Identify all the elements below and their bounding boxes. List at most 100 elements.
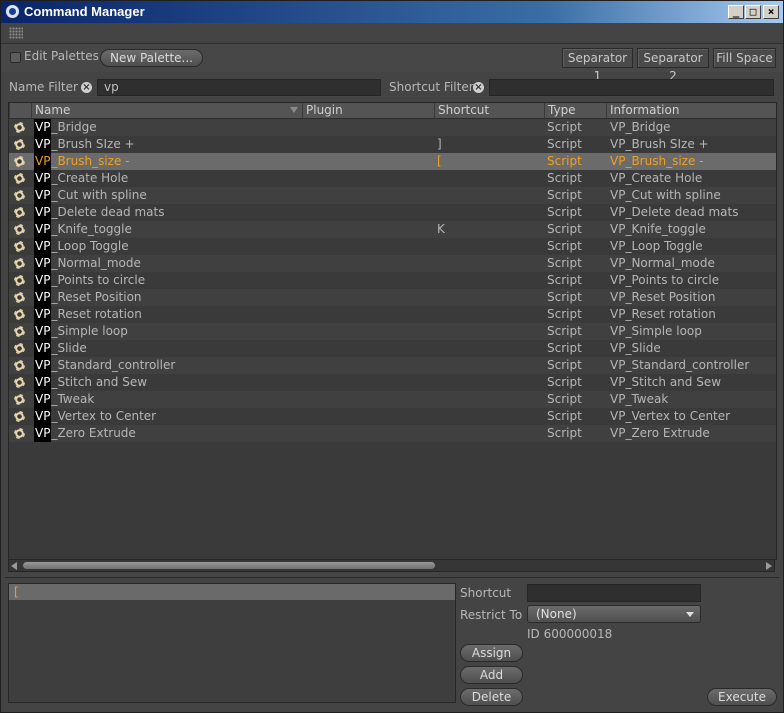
table-row[interactable]: VP_Points to circle Script VP_Points to ci… [9,272,776,289]
row-name-prefix: VP [34,306,52,323]
assign-button[interactable]: Assign [460,644,523,662]
delete-button[interactable]: Delete [460,688,523,706]
new-palette-button[interactable]: New Palette... [100,49,203,67]
row-information: VP_Vertex to Center [610,409,731,423]
row-type: Script [547,426,582,440]
add-button[interactable]: Add [460,666,523,684]
edit-palettes-checkbox[interactable] [10,52,21,63]
title-bar[interactable]: Command Manager _ □ × [1,1,783,23]
table-row[interactable]: VP_Brush_size - [Script VP_Brush_size - [9,153,776,170]
separator-2-button[interactable]: Separator 2 [637,48,709,83]
row-type: Script [547,171,582,185]
clear-shortcut-filter-icon[interactable]: × [473,82,484,93]
restrict-to-select[interactable]: (None) [527,605,701,623]
table-row[interactable]: VP_Tweak Script VP_Tweak [9,391,776,408]
table-row[interactable]: VP_Create Hole Script VP_Create Hole [9,170,776,187]
row-name-prefix: VP [34,391,52,408]
table-row[interactable]: VP_Brush SIze +] Script VP_Brush SIze + [9,136,776,153]
row-name-text: _Create Hole [51,171,129,185]
header-name[interactable]: Name [31,103,302,118]
sort-arrow-icon [290,107,298,113]
row-name-text: _Delete dead mats [51,205,165,219]
scrollbar-thumb[interactable] [23,562,435,569]
script-gear-icon [14,411,25,422]
row-name: VP_Brush_size - [34,153,130,170]
table-row[interactable]: VP_Vertex to Center Script VP_Vertex to Ce… [9,408,776,425]
table-row[interactable]: VP_Simple loop Script VP_Simple loop [9,323,776,340]
row-information: VP_Reset rotation [610,307,716,321]
table-row[interactable]: VP_Knife_toggle K Script VP_Knife_toggle [9,221,776,238]
row-name-prefix: VP [34,425,52,442]
header-information[interactable]: Information [606,103,776,118]
table-row[interactable]: VP_Stitch and Sew Script VP_Stitch and Sew [9,374,776,391]
shortcut-label: Shortcut [460,586,512,600]
assigned-shortcut-item[interactable]: [ [9,584,455,600]
row-name-prefix: VP [34,408,52,425]
name-filter-input[interactable]: vp [97,79,381,96]
row-information: VP_Bridge [610,120,671,134]
horizontal-scrollbar[interactable] [8,559,775,572]
row-type: Script [547,358,582,372]
scroll-left-icon[interactable] [11,562,17,570]
row-name-text: _Reset Position [51,290,142,304]
separator-1-button[interactable]: Separator 1 [562,48,633,83]
table-row[interactable]: VP_Bridge Script VP_Bridge [9,119,776,136]
table-row[interactable]: VP_Standard_controller Script VP_Standard_… [9,357,776,374]
row-type: Script [547,341,582,355]
header-shortcut[interactable]: Shortcut [434,103,544,118]
minimize-button[interactable]: _ [728,5,744,19]
row-name-prefix: VP [34,255,52,272]
row-name-text: _Brush_size - [51,154,130,168]
row-name: VP_Reset rotation [34,306,142,323]
maximize-button[interactable]: □ [745,5,761,19]
shortcut-input[interactable] [527,584,701,602]
row-name: VP_Stitch and Sew [34,374,147,391]
header-icon-column [9,103,31,118]
row-shortcut: K [437,222,445,236]
row-name: VP_Delete dead mats [34,204,164,221]
scroll-right-icon[interactable] [766,562,772,570]
panel-divider[interactable] [5,577,779,578]
row-type: Script [547,375,582,389]
script-gear-icon [14,224,25,235]
table-row[interactable]: VP_Reset rotation Script VP_Reset rotation [9,306,776,323]
table-row[interactable]: VP_Slide Script VP_Slide [9,340,776,357]
row-name-text: _Tweak [51,392,95,406]
row-name-text: _Vertex to Center [51,409,157,423]
header-plugin[interactable]: Plugin [302,103,434,118]
script-gear-icon [14,122,25,133]
script-gear-icon [14,139,25,150]
row-type: Script [547,188,582,202]
script-gear-icon [14,241,25,252]
fill-space-button[interactable]: Fill Space [713,48,776,68]
drag-grip-icon[interactable] [9,27,23,39]
row-name-text: _Stitch and Sew [51,375,148,389]
row-information: VP_Normal_mode [610,256,715,270]
row-type: Script [547,307,582,321]
row-type: Script [547,205,582,219]
script-gear-icon [14,275,25,286]
script-gear-icon [14,173,25,184]
script-gear-icon [14,258,25,269]
row-information: VP_Brush SIze + [610,137,709,151]
shortcut-filter-input[interactable] [489,79,774,96]
table-row[interactable]: VP_Loop Toggle Script VP_Loop Toggle [9,238,776,255]
table-row[interactable]: VP_Delete dead mats Script VP_Delete dead … [9,204,776,221]
execute-button[interactable]: Execute [707,688,777,706]
row-name-text: _Knife_toggle [51,222,132,236]
row-name: VP_Vertex to Center [34,408,156,425]
script-gear-icon [14,156,25,167]
row-name-text: _Normal_mode [51,256,141,270]
row-information: VP_Create Hole [610,171,703,185]
row-information: VP_Loop Toggle [610,239,703,253]
row-name-prefix: VP [34,238,52,255]
restrict-to-label: Restrict To [460,608,523,622]
table-row[interactable]: VP_Normal_mode Script VP_Normal_mode [9,255,776,272]
table-row[interactable]: VP_Cut with spline Script VP_Cut with spli… [9,187,776,204]
table-row[interactable]: VP_Zero Extrude Script VP_Zero Extrude [9,425,776,442]
shortcut-list-panel: [ [8,583,456,703]
clear-name-filter-icon[interactable]: × [81,82,92,93]
close-button[interactable]: × [763,5,779,19]
table-row[interactable]: VP_Reset Position Script VP_Reset Position [9,289,776,306]
header-type[interactable]: Type [544,103,606,118]
